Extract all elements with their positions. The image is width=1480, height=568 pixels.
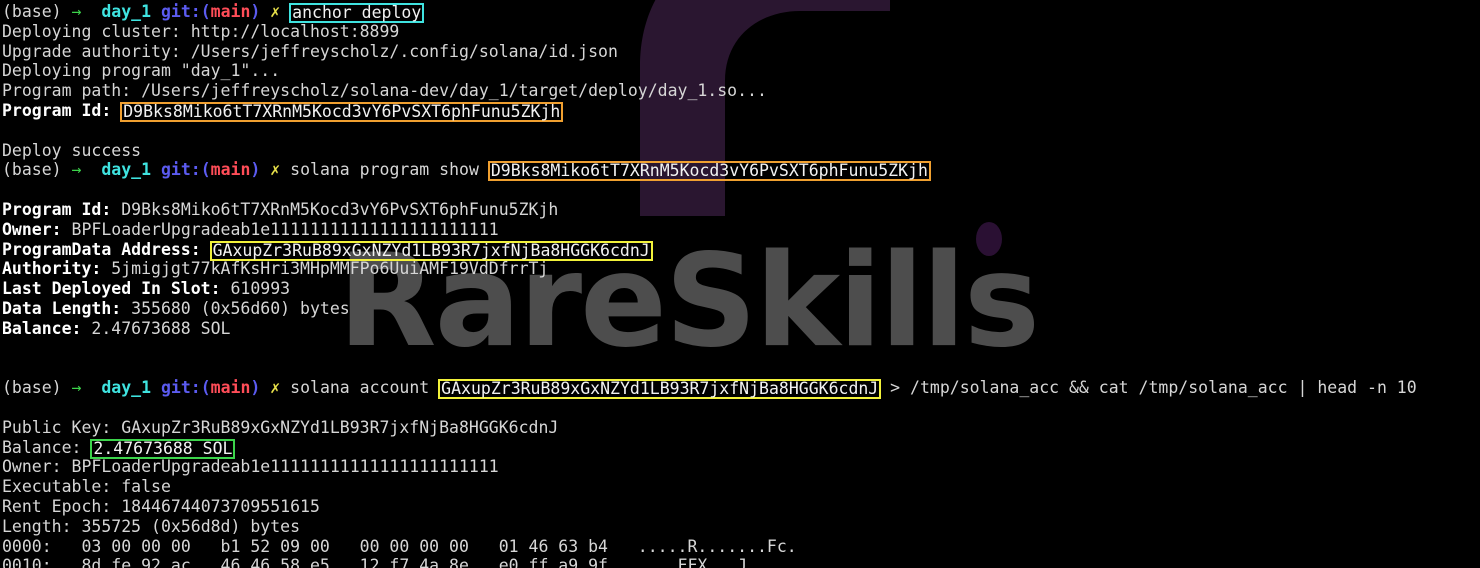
prompt-dirty-icon-3: ✗ — [270, 378, 281, 398]
show-program-id-label: Program Id: — [2, 199, 122, 219]
account-rent-epoch-value: 18446744073709551615 — [121, 496, 320, 516]
command-line-2: (base) → day_1 git:(main) ✗ solana progr… — [2, 160, 1480, 182]
upgrade-authority-line: Upgrade authority: /Users/jeffreyscholz/… — [2, 42, 1480, 62]
prompt-env-3: (base) — [2, 378, 62, 398]
deploy-cluster-value: http://localhost:8899 — [190, 21, 400, 41]
highlight-account-balance: 2.47673688 SOL — [90, 438, 236, 459]
show-data-length-value: 355680 (0x56d60) bytes — [131, 298, 350, 318]
account-rent-epoch-line: Rent Epoch: 18446744073709551615 — [2, 497, 1480, 517]
prompt-git-prefix-2: git:( — [160, 160, 211, 180]
prompt-dirty-icon: ✗ — [270, 2, 281, 21]
account-owner-value: BPFLoaderUpgradeab1e11111111111111111111… — [71, 457, 499, 477]
account-executable-label: Executable: — [2, 477, 122, 497]
highlight-account-address-arg: GAxupZr3RuB89xGxNZYd1LB93R7jxfNjBa8HGGK6… — [438, 379, 882, 400]
hexdump-offset: 0010: — [2, 556, 52, 568]
prompt-env: (base) — [2, 2, 62, 21]
show-authority-label: Authority: — [2, 259, 112, 279]
deploy-program-id-label: Program Id: — [2, 100, 122, 120]
prompt-env-2: (base) — [2, 160, 62, 180]
program-path-line: Program path: /Users/jeffreyscholz/solan… — [2, 81, 1480, 101]
prompt-git-branch-2: main — [210, 160, 251, 180]
prompt-git-suffix: ) — [250, 2, 261, 21]
deploy-cluster-line: Deploying cluster: http://localhost:8899 — [2, 22, 1480, 42]
prompt-dir-3: day_1 — [101, 378, 152, 398]
highlight-programdata-address: GAxupZr3RuB89xGxNZYd1LB93R7jxfNjBa8HGGK6… — [209, 240, 653, 261]
deploying-program-line: Deploying program "day_1"... — [2, 61, 281, 81]
account-public-key-label: Public Key: — [2, 417, 122, 437]
show-last-deployed-value: 610993 — [230, 279, 291, 299]
command-line-3: (base) → day_1 git:(main) ✗ solana accou… — [2, 378, 1480, 400]
highlight-program-id-deploy: D9Bks8Miko6tT7XRnM5Kocd3vY6PvSXT6phFunu5… — [120, 101, 564, 122]
upgrade-authority-label: Upgrade authority: — [2, 41, 191, 61]
show-data-length-label: Data Length: — [2, 298, 132, 318]
account-executable-line: Executable: false — [2, 477, 1480, 497]
show-authority-value: 5jmigjgt77kAfKsHri3MHpMMFPo6UuiAMF19VdDf… — [111, 259, 549, 279]
show-owner-label: Owner: — [2, 219, 72, 239]
terminal-output: (base) → day_1 git:(main) ✗ anchor deplo… — [0, 0, 1480, 568]
prompt-git-suffix-2: ) — [250, 160, 261, 180]
show-program-id-value: D9Bks8Miko6tT7XRnM5Kocd3vY6PvSXT6phFunu5… — [121, 199, 559, 219]
highlight-anchor-deploy: anchor deploy — [289, 3, 425, 23]
account-owner-label: Owner: — [2, 457, 72, 477]
show-authority-line: Authority: 5jmigjgt77kAfKsHri3MHpMMFPo6U… — [2, 259, 1480, 279]
hexdump-bytes: 03 00 00 00 b1 52 09 00 00 00 00 00 01 4… — [81, 536, 608, 556]
account-public-key-value: GAxupZr3RuB89xGxNZYd1LB93R7jxfNjBa8HGGK6… — [121, 417, 559, 437]
deploy-cluster-label: Deploying cluster: — [2, 21, 191, 41]
hexdump-bytes: 8d fe 92 ac 46 46 58 e5 12 f7 4a 8e e0 f… — [81, 556, 608, 568]
highlight-program-id-arg: D9Bks8Miko6tT7XRnM5Kocd3vY6PvSXT6phFunu5… — [487, 161, 931, 182]
account-executable-value: false — [121, 477, 171, 497]
account-length-label: Length: — [2, 516, 82, 536]
deploy-success-line: Deploy success — [2, 140, 142, 160]
prompt-git-branch: main — [210, 2, 251, 21]
prompt-dir: day_1 — [101, 2, 152, 21]
command-2-text: solana program show — [290, 160, 489, 180]
prompt-git-prefix-3: git:( — [160, 378, 211, 398]
program-path-label: Program path: — [2, 81, 142, 101]
account-rent-epoch-label: Rent Epoch: — [2, 496, 122, 516]
show-programdata-line: ProgramData Address: GAxupZr3RuB89xGxNZY… — [2, 239, 1480, 261]
prompt-arrow-icon-2: → — [71, 160, 82, 180]
terminal-window[interactable]: RareSkills (base) → day_1 git:(main) ✗ a… — [0, 0, 1480, 568]
command-line-1: (base) → day_1 git:(main) ✗ anchor deplo… — [2, 2, 1480, 23]
program-path-value: /Users/jeffreyscholz/solana-dev/day_1/ta… — [141, 81, 767, 101]
account-length-line: Length: 355725 (0x56d8d) bytes — [2, 517, 1480, 537]
prompt-arrow-icon-3: → — [71, 378, 82, 398]
show-balance-value: 2.47673688 SOL — [91, 318, 231, 338]
prompt-dirty-icon-2: ✗ — [270, 160, 281, 180]
account-balance-label: Balance: — [2, 437, 92, 457]
deploy-program-id-line: Program Id: D9Bks8Miko6tT7XRnM5Kocd3vY6P… — [2, 100, 1480, 122]
show-data-length-line: Data Length: 355680 (0x56d60) bytes — [2, 299, 1480, 319]
show-programdata-label: ProgramData Address: — [2, 239, 211, 259]
prompt-git-branch-3: main — [210, 378, 251, 398]
account-public-key-line: Public Key: GAxupZr3RuB89xGxNZYd1LB93R7j… — [2, 418, 1480, 438]
prompt-git-suffix-3: ) — [250, 378, 261, 398]
hexdump-offset: 0000: — [2, 536, 52, 556]
prompt-arrow-icon: → — [71, 2, 82, 21]
show-owner-value: BPFLoaderUpgradeab1e11111111111111111111… — [71, 219, 499, 239]
show-program-id-line: Program Id: D9Bks8Miko6tT7XRnM5Kocd3vY6P… — [2, 200, 1480, 220]
upgrade-authority-value: /Users/jeffreyscholz/.config/solana/id.j… — [190, 41, 618, 61]
show-owner-line: Owner: BPFLoaderUpgradeab1e1111111111111… — [2, 220, 1480, 240]
account-balance-line: Balance: 2.47673688 SOL — [2, 437, 1480, 459]
account-length-value: 355725 (0x56d8d) bytes — [81, 516, 301, 536]
show-last-deployed-line: Last Deployed In Slot: 610993 — [2, 279, 1480, 299]
hexdump-ascii: .....R.......Fc. — [637, 536, 797, 556]
hexdump-ascii: ....FFX...J..... — [637, 556, 797, 568]
hexdump-row: 0000: 03 00 00 00 b1 52 09 00 00 00 00 0… — [2, 537, 1480, 557]
show-balance-label: Balance: — [2, 318, 92, 338]
prompt-git-prefix: git:( — [160, 2, 211, 21]
show-balance-line: Balance: 2.47673688 SOL — [2, 319, 1480, 339]
show-last-deployed-label: Last Deployed In Slot: — [2, 279, 231, 299]
hexdump-row: 0010: 8d fe 92 ac 46 46 58 e5 12 f7 4a 8… — [2, 556, 1480, 568]
account-owner-line: Owner: BPFLoaderUpgradeab1e1111111111111… — [2, 457, 1480, 477]
prompt-dir-2: day_1 — [101, 160, 152, 180]
command-3-text: solana account — [290, 378, 440, 398]
command-3-suffix: > /tmp/solana_acc && cat /tmp/solana_acc… — [880, 378, 1417, 398]
